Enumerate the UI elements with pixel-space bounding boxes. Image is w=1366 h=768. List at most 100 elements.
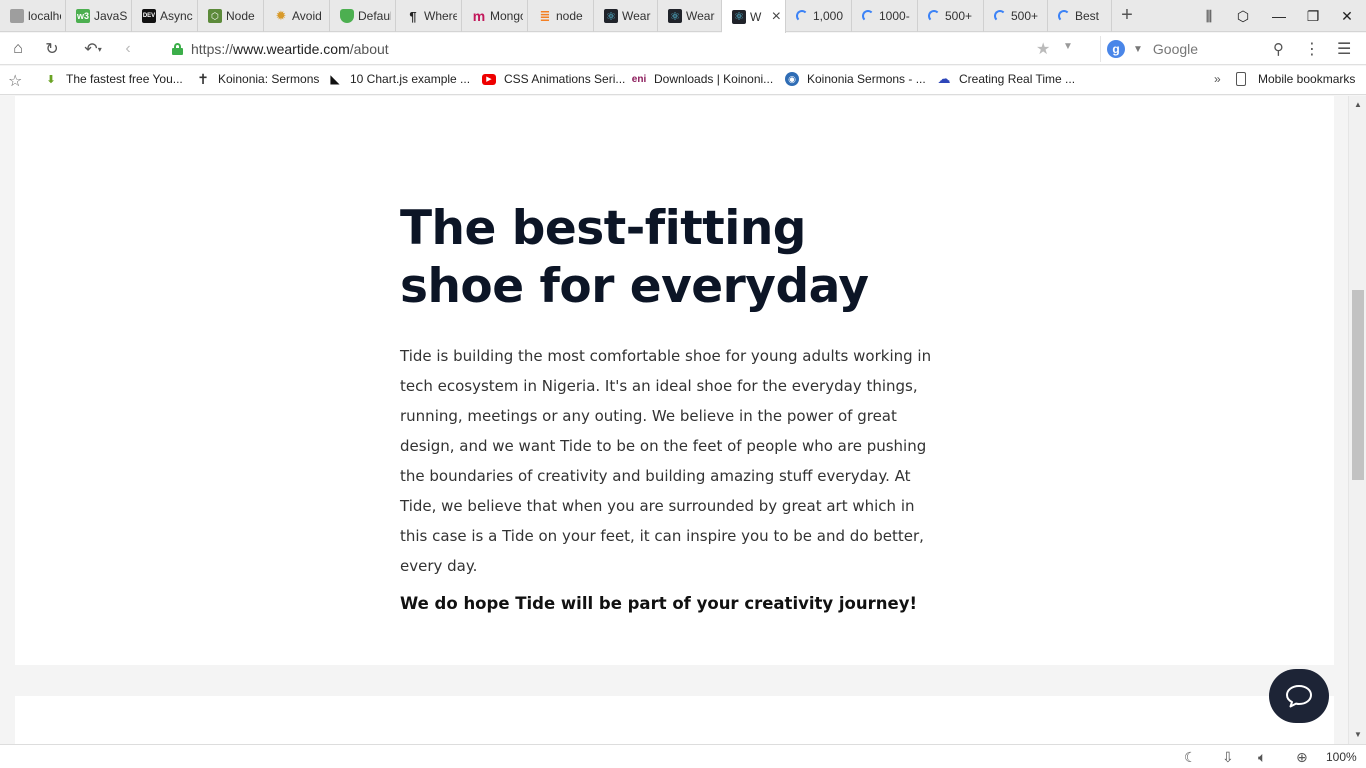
eni-icon: eni: [631, 73, 647, 85]
tab-label: 1000-: [879, 9, 910, 23]
url-text[interactable]: https://www.weartide.com/about: [191, 41, 389, 57]
vertical-scrollbar[interactable]: ▲ ▼: [1348, 96, 1366, 744]
closing-statement: We do hope Tide will be part of your cre…: [400, 594, 917, 613]
address-bar[interactable]: https://www.weartide.com/about: [160, 36, 1086, 62]
spinner-icon: [796, 10, 808, 22]
bookmark-label: Koinonia: Sermons: [218, 72, 320, 86]
more-options-icon[interactable]: ⋮: [1304, 39, 1320, 59]
zoom-in-icon[interactable]: ⊕: [1296, 749, 1308, 766]
spinner-icon: [928, 10, 940, 22]
bookmarks-bar: ☆ ⬇ The fastest free You... ✝ Koinonia: …: [0, 66, 1366, 95]
bookmark-label: Creating Real Time ...: [959, 72, 1076, 86]
tab-label: Where: [424, 9, 457, 23]
tab-loading-1[interactable]: 1,000: [786, 0, 852, 32]
youtube-icon: ▶: [482, 73, 496, 85]
tab-label: Async: [160, 9, 193, 23]
reload-icon[interactable]: ↻: [40, 38, 64, 60]
tab-wear-2[interactable]: ⚛ Wear: [658, 0, 722, 32]
tab-localhost[interactable]: localhost: [0, 0, 66, 32]
tab-label: Wear: [686, 9, 715, 23]
tab-label: Default: [358, 9, 391, 23]
bookmark-label: CSS Animations Seri...: [504, 72, 626, 86]
bookmark-item[interactable]: ◣ 10 Chart.js example ...: [328, 72, 470, 86]
page-viewport: The best-fitting shoe for everyday Tide …: [0, 96, 1366, 744]
about-section: The best-fitting shoe for everyday Tide …: [15, 96, 1334, 665]
scrollbar-thumb[interactable]: [1352, 290, 1364, 480]
scroll-down-icon[interactable]: ▼: [1349, 728, 1366, 742]
bookmark-item[interactable]: ☁ Creating Real Time ...: [937, 71, 1076, 86]
cross-icon: ✝: [197, 70, 209, 87]
w3-icon: w3: [76, 9, 90, 23]
search-engine-label[interactable]: Google: [1153, 41, 1273, 57]
chat-button[interactable]: [1269, 669, 1329, 723]
tab-node-stackoverflow[interactable]: ≣ node: [528, 0, 594, 32]
night-mode-icon[interactable]: ☾: [1184, 749, 1197, 766]
tab-loading-5[interactable]: Best: [1048, 0, 1112, 32]
bookmark-star-icon[interactable]: ★: [1036, 39, 1050, 59]
back-icon[interactable]: ‹: [116, 38, 140, 60]
page-icon: [10, 9, 24, 23]
star-outline-icon[interactable]: ☆: [8, 71, 22, 91]
tab-node[interactable]: ⬡ Node: [198, 0, 264, 32]
tab-javascript[interactable]: w3 JavaScript: [66, 0, 132, 32]
scroll-up-icon[interactable]: ▲: [1349, 98, 1366, 112]
search-box[interactable]: g ▼ Google ⚲: [1100, 36, 1290, 62]
tab-label: localhost: [28, 9, 61, 23]
mobile-bookmarks[interactable]: Mobile bookmarks: [1236, 72, 1355, 86]
tab-wear-active[interactable]: ⚛ W ×: [722, 0, 786, 33]
more-bookmarks-icon[interactable]: »: [1214, 72, 1221, 86]
tab-label: 500+: [945, 9, 973, 23]
tab-avoid[interactable]: ✹ Avoid: [264, 0, 330, 32]
spinner-icon: [862, 10, 874, 22]
search-engine-icon[interactable]: g: [1107, 40, 1125, 58]
new-tab-icon[interactable]: +: [1116, 4, 1138, 26]
bookmark-label: Koinonia Sermons - ...: [807, 72, 926, 86]
undo-icon[interactable]: ↶ ▾: [78, 38, 108, 60]
paragraph-icon: ¶: [409, 8, 417, 24]
extensions-icon[interactable]: ⬡: [1226, 0, 1260, 32]
download-icon[interactable]: ⇩: [1222, 749, 1234, 766]
tab-loading-4[interactable]: 500+: [984, 0, 1048, 32]
globe-icon: ◉: [785, 72, 799, 86]
bookmark-label: 10 Chart.js example ...: [350, 72, 471, 86]
hamburger-menu-icon[interactable]: ☰: [1337, 39, 1351, 59]
shield-icon: [340, 9, 354, 23]
zoom-level[interactable]: 100%: [1326, 750, 1357, 764]
tab-async[interactable]: DEV Async: [132, 0, 198, 32]
bookmark-item[interactable]: ◉ Koinonia Sermons - ...: [785, 72, 926, 86]
tab-where[interactable]: ¶ Where: [396, 0, 462, 32]
bookmark-item[interactable]: ⬇ The fastest free You...: [44, 72, 182, 86]
react-icon: ⚛: [732, 9, 746, 24]
close-window-icon[interactable]: ✕: [1330, 0, 1364, 32]
tab-loading-2[interactable]: 1000-: [852, 0, 918, 32]
tile-tabs-icon[interactable]: ⫼: [1192, 0, 1226, 32]
bookmark-label: Mobile bookmarks: [1258, 72, 1356, 86]
tab-label: Best: [1075, 9, 1100, 23]
mobile-icon: [1236, 72, 1246, 86]
tab-wear-1[interactable]: ⚛ Wear: [594, 0, 658, 32]
restore-icon[interactable]: ❐: [1296, 0, 1330, 32]
tab-label: JavaScript: [94, 9, 127, 23]
bookmark-item[interactable]: eni Downloads | Koinoni...: [632, 72, 773, 86]
tab-mongo[interactable]: m Mongo: [462, 0, 528, 32]
dev-icon: DEV: [142, 9, 156, 23]
chevron-down-icon[interactable]: ▼: [1133, 44, 1143, 55]
tab-loading-3[interactable]: 500+: [918, 0, 984, 32]
chart-logo-icon: ◣: [330, 72, 340, 86]
stack-icon: ≣: [539, 8, 551, 23]
react-icon: ⚛: [604, 9, 618, 23]
home-icon[interactable]: ⌂: [6, 38, 30, 60]
search-icon[interactable]: ⚲: [1273, 40, 1284, 58]
close-tab-icon[interactable]: ×: [772, 8, 781, 26]
minimize-icon[interactable]: —: [1262, 0, 1296, 32]
bookmark-item[interactable]: ▶ CSS Animations Seri...: [482, 72, 625, 86]
navigation-bar: ⌂ ↻ ↶ ▾ ‹ https://www.weartide.com/about …: [0, 33, 1366, 65]
download-arrow-icon: ⬇: [46, 73, 56, 86]
tab-label: 1,000: [813, 9, 844, 23]
bookmark-item[interactable]: ✝ Koinonia: Sermons: [196, 70, 320, 87]
chevron-down-icon[interactable]: ▼: [1063, 41, 1073, 52]
node-icon: ⬡: [208, 9, 222, 23]
volume-icon[interactable]: 🔈︎: [1258, 749, 1266, 766]
tab-default[interactable]: Default: [330, 0, 396, 32]
tab-label: Node: [226, 9, 255, 23]
